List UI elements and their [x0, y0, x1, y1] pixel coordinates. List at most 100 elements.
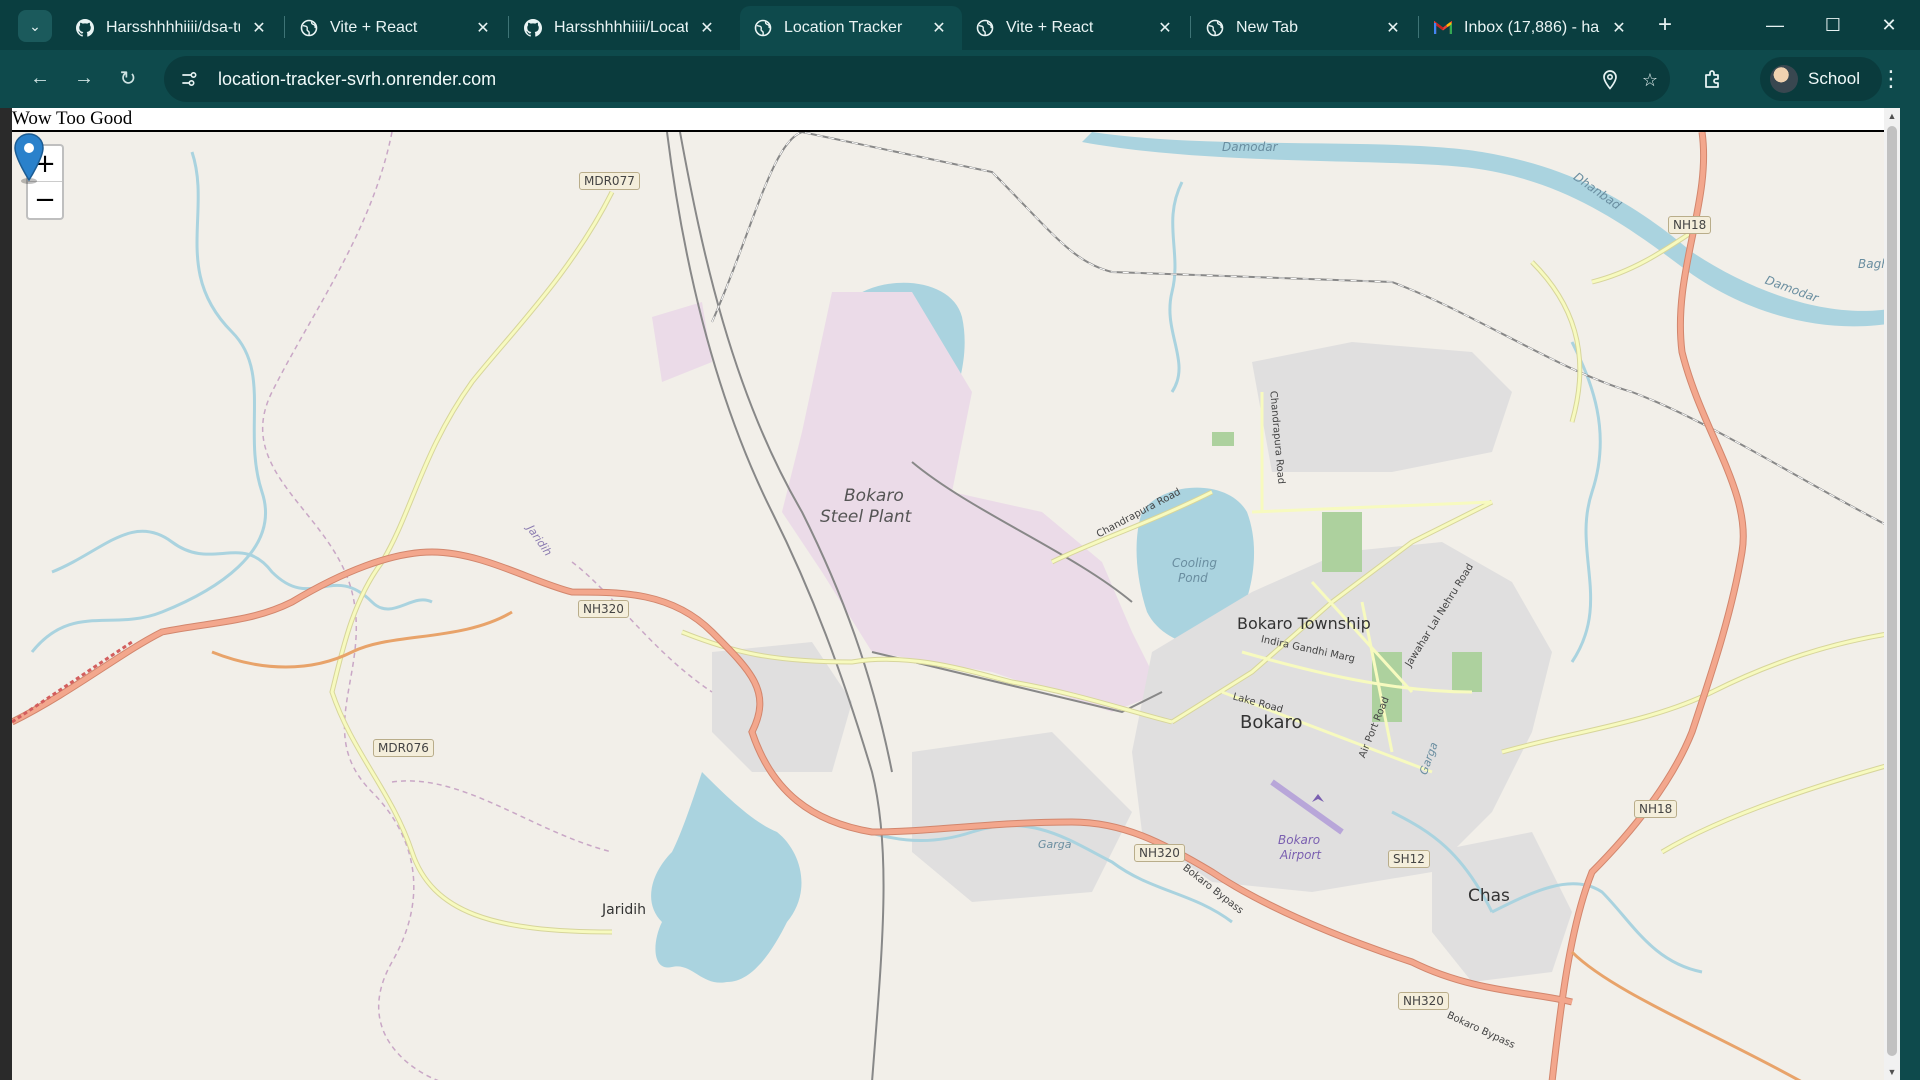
forward-button[interactable]: → — [66, 60, 102, 96]
tab-search-button[interactable]: ⌄ — [18, 10, 52, 42]
location-pin-icon[interactable] — [1596, 66, 1624, 94]
close-window-button[interactable]: ✕ — [1864, 6, 1914, 44]
tab-title: Location Tracker — [784, 19, 903, 36]
site-info-icon[interactable] — [172, 62, 206, 96]
road-shield-nh320: NH320 — [1398, 992, 1449, 1010]
southern-lake — [651, 772, 802, 983]
scrollbar-thumb[interactable] — [1887, 126, 1897, 1056]
map[interactable]: Bokaro Steel Plant Cooling Pond Bokaro T… — [12, 130, 1900, 1080]
label-bokaro-steel-plant: Bokaro — [844, 486, 904, 506]
maximize-button[interactable]: ☐ — [1808, 6, 1858, 44]
close-icon: ✕ — [1881, 14, 1897, 35]
close-icon[interactable]: ✕ — [250, 19, 268, 37]
close-icon[interactable]: ✕ — [1610, 19, 1628, 37]
page-title: Wow Too Good — [12, 108, 133, 129]
boundary-road — [12, 640, 133, 724]
label-bokaro-airport: Bokaro — [1278, 833, 1321, 847]
tab-gmail-inbox[interactable]: Inbox (17,886) - hars ✕ — [1420, 6, 1642, 50]
tab-dsa-tut[interactable]: Harsshhhhiiii/dsa-tut ✕ — [62, 6, 282, 50]
road-shield-nh18: NH18 — [1634, 800, 1678, 818]
road-shield-sh12: SH12 — [1388, 850, 1430, 868]
label-cooling-pond: Cooling — [1172, 556, 1217, 570]
page-viewport: Wow Too Good Bokaro Steel Plant Cooling … — [12, 108, 1900, 1080]
admin-boundaries — [261, 132, 713, 1080]
tab-title: Inbox (17,886) - hars — [1464, 19, 1600, 36]
tab-title: Harsshhhhiiii/Locatio — [554, 19, 688, 36]
damodar-river — [1082, 132, 1900, 327]
browser-toolbar: ← → ↻ location-tracker-svrh.onrender.com… — [0, 50, 1920, 108]
close-icon[interactable]: ✕ — [930, 19, 948, 37]
zoom-out-button[interactable]: − — [28, 182, 62, 218]
new-tab-button[interactable]: + — [1650, 10, 1680, 40]
road-shield-nh320: NH320 — [1134, 844, 1185, 862]
label-cooling-pond: Pond — [1178, 571, 1208, 585]
south-residential-area — [912, 732, 1132, 902]
globe-icon — [976, 19, 994, 37]
park — [1322, 512, 1362, 572]
avatar — [1770, 65, 1798, 93]
road-shield-mdr076: MDR076 — [373, 739, 434, 757]
scroll-down-icon[interactable]: ▼ — [1884, 1064, 1900, 1080]
minimize-icon: — — [1766, 14, 1784, 35]
reload-icon: ↻ — [119, 67, 137, 90]
close-icon[interactable]: ✕ — [698, 19, 716, 37]
label-bokaro-township: Bokaro Township — [1237, 614, 1371, 633]
tab-strip: ⌄ Harsshhhhiiii/dsa-tut ✕ Vite + React ✕… — [0, 0, 1920, 50]
location-marker-icon[interactable] — [12, 132, 46, 184]
tab-location-repo[interactable]: Harsshhhhiiii/Locatio ✕ — [510, 6, 730, 50]
label-jaridih-town: Jaridih — [602, 902, 647, 918]
label-garga: Garga — [1038, 838, 1072, 851]
extensions-icon[interactable] — [1696, 62, 1730, 96]
industrial-patch — [652, 302, 712, 382]
park — [1452, 652, 1482, 692]
profile-button[interactable]: School — [1760, 57, 1882, 101]
steel-plant-area — [782, 292, 1162, 712]
tab-separator — [284, 16, 285, 38]
reload-button[interactable]: ↻ — [110, 60, 146, 96]
arrow-right-icon: → — [74, 66, 94, 89]
tab-location-tracker[interactable]: Location Tracker ✕ — [740, 6, 962, 50]
tab-title: Harsshhhhiiii/dsa-tut — [106, 19, 240, 36]
north-residential-area — [1252, 342, 1512, 472]
page-scrollbar[interactable]: ▲ ▼ — [1884, 108, 1900, 1080]
arrow-left-icon: ← — [30, 66, 50, 89]
window-edge — [0, 108, 12, 1080]
road-shield-nh18: NH18 — [1668, 216, 1712, 234]
label-damodar-river: Damodar — [1222, 140, 1278, 154]
tab-new-tab[interactable]: New Tab ✕ — [1192, 6, 1416, 50]
minimize-button[interactable]: — — [1750, 6, 1800, 44]
tab-title: New Tab — [1236, 19, 1298, 36]
github-icon — [524, 19, 542, 37]
tab-vite-react-2[interactable]: Vite + React ✕ — [962, 6, 1188, 50]
road-shield-mdr077: MDR077 — [579, 172, 640, 190]
tab-title: Vite + React — [330, 19, 418, 36]
park — [1212, 432, 1234, 446]
bookmark-star-icon[interactable]: ☆ — [1636, 66, 1664, 94]
label-bokaro: Bokaro — [1240, 712, 1303, 733]
close-icon[interactable]: ✕ — [1156, 19, 1174, 37]
close-icon[interactable]: ✕ — [474, 19, 492, 37]
url-text: location-tracker-svrh.onrender.com — [218, 68, 497, 89]
profile-label: School — [1808, 69, 1860, 88]
gmail-icon — [1434, 19, 1452, 37]
chevron-down-icon: ⌄ — [29, 17, 41, 34]
tab-separator — [1190, 16, 1191, 38]
tab-vite-react-1[interactable]: Vite + React ✕ — [286, 6, 506, 50]
more-menu-icon[interactable]: ⋮ — [1876, 62, 1906, 96]
back-button[interactable]: ← — [22, 60, 58, 96]
browser-window: ⌄ Harsshhhhiiii/dsa-tut ✕ Vite + React ✕… — [0, 0, 1920, 1080]
globe-icon — [1206, 19, 1224, 37]
scroll-up-icon[interactable]: ▲ — [1884, 108, 1900, 124]
tab-title: Vite + React — [1006, 19, 1094, 36]
road-shield-nh320: NH320 — [578, 600, 629, 618]
tab-separator — [508, 16, 509, 38]
address-bar[interactable]: location-tracker-svrh.onrender.com ☆ — [164, 56, 1670, 102]
plus-icon: + — [1657, 11, 1672, 38]
label-bokaro-steel-plant: Steel Plant — [820, 507, 912, 527]
maximize-icon: ☐ — [1824, 14, 1842, 35]
globe-icon — [300, 19, 318, 37]
label-chas: Chas — [1468, 886, 1510, 906]
tab-separator — [1418, 16, 1419, 38]
close-icon[interactable]: ✕ — [1384, 19, 1402, 37]
github-icon — [76, 19, 94, 37]
